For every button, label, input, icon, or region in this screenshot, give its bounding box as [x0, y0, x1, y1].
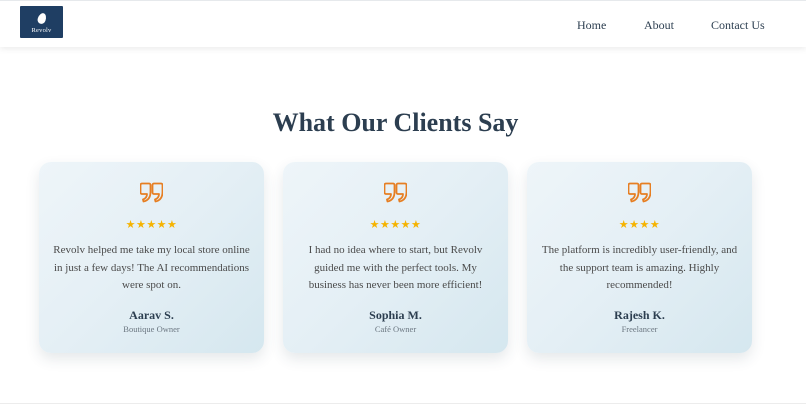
- client-role: Boutique Owner: [123, 324, 180, 334]
- quote-icon: [384, 182, 407, 203]
- quote-icon: [140, 182, 163, 203]
- client-name: Sophia M.: [369, 308, 422, 322]
- client-role: Café Owner: [374, 324, 417, 334]
- section-divider: [0, 403, 806, 404]
- drop-icon: [35, 11, 48, 25]
- testimonial-card: ★★★★★ I had no idea where to start, but …: [283, 162, 508, 353]
- section-title: What Our Clients Say: [272, 108, 519, 137]
- nav-link-about[interactable]: About: [644, 18, 674, 34]
- navbar: Revolv Home About Contact Us: [0, 0, 806, 47]
- quote-icon: [628, 182, 651, 203]
- testimonial-card: ★★★★★ Revolv helped me take my local sto…: [39, 162, 264, 353]
- nav-link-home[interactable]: Home: [577, 18, 606, 34]
- client-name: Aarav S.: [129, 308, 174, 322]
- brand-logo[interactable]: Revolv: [20, 6, 63, 38]
- client-role: Freelancer: [621, 324, 658, 334]
- star-rating: ★★★★★: [125, 218, 178, 231]
- testimonial-quote: I had no idea where to start, but Revolv…: [308, 244, 483, 291]
- testimonial-card: ★★★★ The platform is incredibly user-fri…: [527, 162, 752, 353]
- client-name: Rajesh K.: [614, 308, 665, 322]
- star-rating: ★★★★★: [369, 218, 422, 231]
- nav-link-contact[interactable]: Contact Us: [711, 18, 765, 34]
- star-rating: ★★★★: [618, 218, 661, 231]
- logo-text: Revolv: [31, 26, 52, 34]
- testimonial-quote: Revolv helped me take my local store onl…: [53, 244, 250, 291]
- testimonial-quote: The platform is incredibly user-friendly…: [541, 244, 738, 291]
